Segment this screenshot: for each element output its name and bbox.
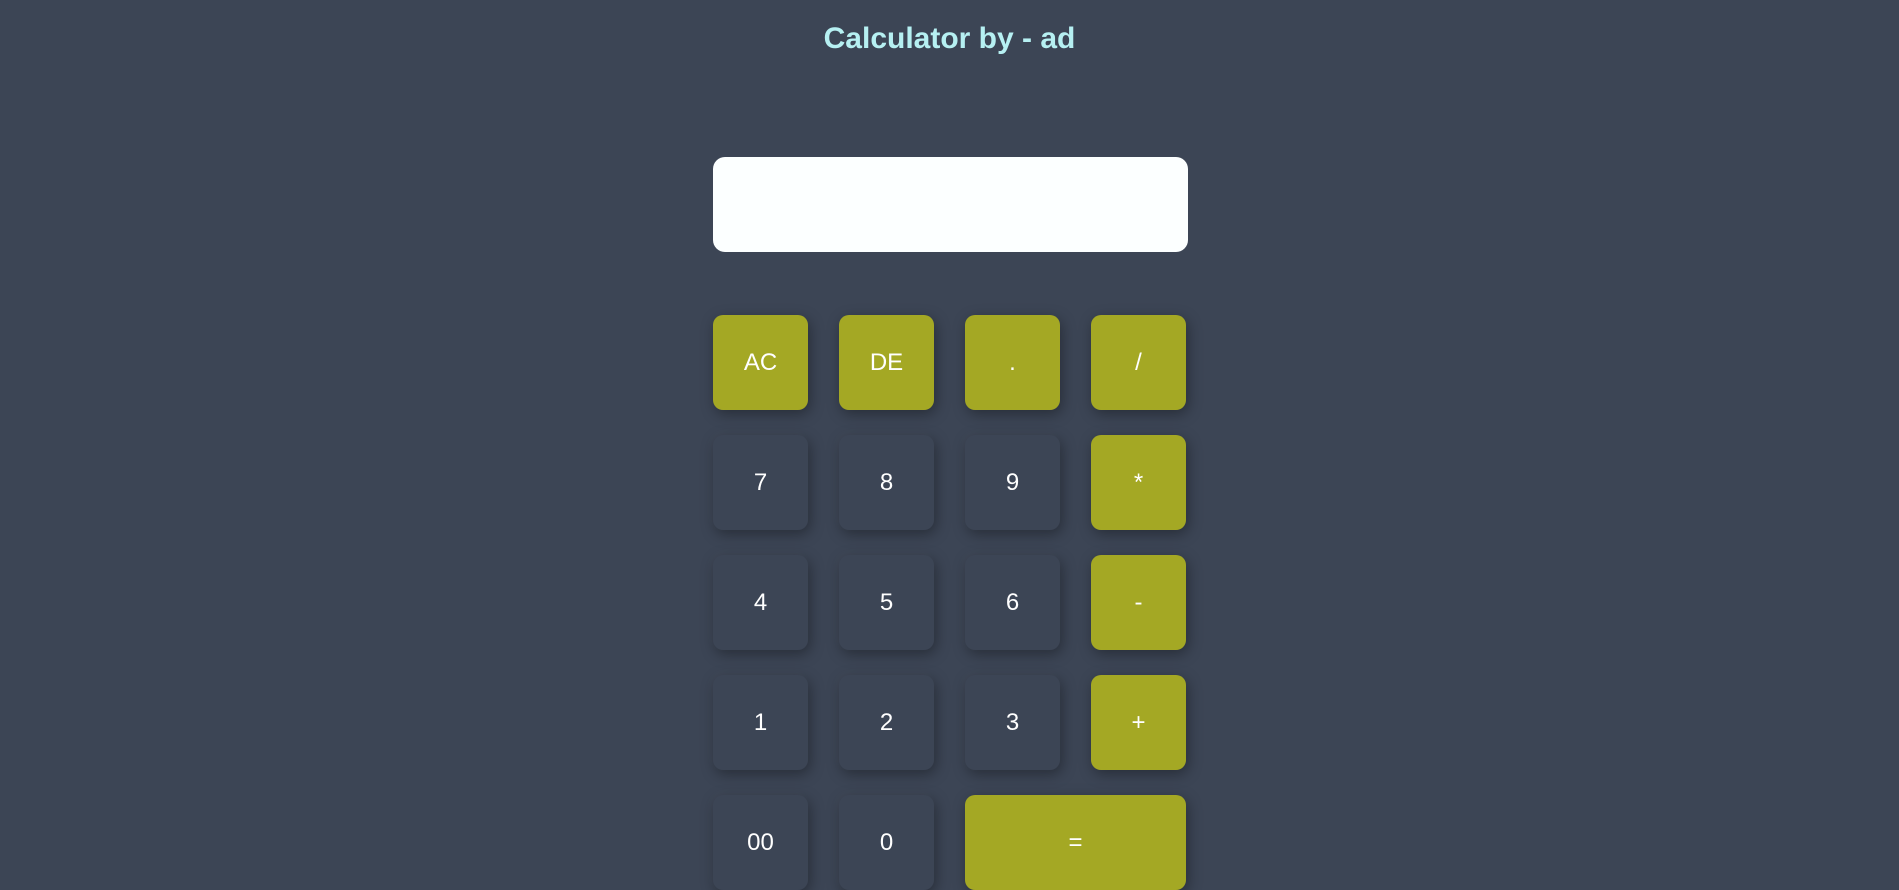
- subtract-button[interactable]: -: [1091, 555, 1186, 650]
- digit-6-button[interactable]: 6: [965, 555, 1060, 650]
- calculator-display[interactable]: [713, 157, 1188, 252]
- decimal-button[interactable]: .: [965, 315, 1060, 410]
- digit-9-button[interactable]: 9: [965, 435, 1060, 530]
- divide-button[interactable]: /: [1091, 315, 1186, 410]
- all-clear-button[interactable]: AC: [713, 315, 808, 410]
- digit-1-button[interactable]: 1: [713, 675, 808, 770]
- delete-button[interactable]: DE: [839, 315, 934, 410]
- page-title: Calculator by - ad: [823, 22, 1076, 55]
- digit-4-button[interactable]: 4: [713, 555, 808, 650]
- digit-5-button[interactable]: 5: [839, 555, 934, 650]
- add-button[interactable]: +: [1091, 675, 1186, 770]
- digit-8-button[interactable]: 8: [839, 435, 934, 530]
- digit-7-button[interactable]: 7: [713, 435, 808, 530]
- digit-2-button[interactable]: 2: [839, 675, 934, 770]
- equals-button[interactable]: =: [965, 795, 1186, 890]
- digit-3-button[interactable]: 3: [965, 675, 1060, 770]
- digit-0-button[interactable]: 0: [839, 795, 934, 890]
- multiply-button[interactable]: *: [1091, 435, 1186, 530]
- double-zero-button[interactable]: 00: [713, 795, 808, 890]
